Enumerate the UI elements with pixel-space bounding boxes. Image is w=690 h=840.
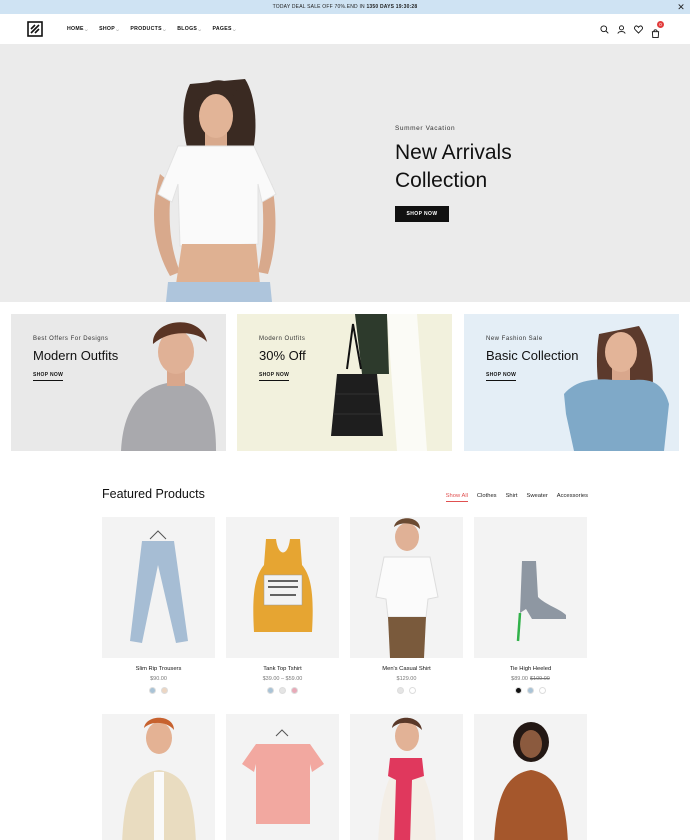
header-actions: 0 [600,14,664,44]
product-image[interactable] [474,714,587,840]
nav-shop[interactable]: SHOP ⌵ [99,26,119,32]
announcement-text: TODAY DEAL SALE OFF 70%.END IN [272,4,365,10]
swatch-white[interactable] [409,687,416,694]
color-swatches [350,687,463,694]
cart-button[interactable]: 0 [651,20,664,38]
promo-subtitle: New Fashion Sale [486,336,543,342]
swatch-grey[interactable] [397,687,404,694]
promo-card-basic-collection[interactable]: New Fashion Sale Basic Collection SHOP N… [464,314,679,451]
search-icon[interactable] [600,24,609,34]
nav-blogs[interactable]: BLOGS ⌵ [177,26,201,32]
product-card[interactable]: Tie High Heeled $89.00 $109.00 [474,517,587,694]
color-swatches [102,687,215,694]
promo-card-modern-outfits[interactable]: Best Offers For Designs Modern Outfits S… [11,314,226,451]
product-image[interactable] [102,714,215,840]
product-price: $90.00 [150,676,167,682]
promo-bag-image [331,314,427,451]
promo-shop-now-link[interactable]: SHOP NOW [259,372,290,381]
countdown: 1350 DAYS 19:30:28 [366,4,418,10]
promo-title: Modern Outfits [33,348,119,363]
tab-clothes[interactable]: Clothes [477,493,497,502]
chevron-down-icon: ⌵ [198,26,202,32]
jacket-image [122,717,196,840]
tab-accessories[interactable]: Accessories [557,493,588,502]
heeled-boot-image [516,561,566,642]
promo-model-image [564,326,669,451]
product-name[interactable]: Slim Rip Trousers [102,666,215,672]
scarf-image [378,717,436,840]
sweater-image [494,722,568,840]
product-image[interactable] [350,714,463,840]
chevron-down-icon: ⌵ [116,26,120,32]
product-card[interactable]: Tank Top Tshirt $39.00 – $59.00 [226,517,339,694]
product-filter-tabs: Show All Clothes Shirt Sweater Accessori… [445,493,588,502]
swatch-grey[interactable] [279,687,286,694]
heart-icon[interactable] [634,24,643,34]
site-header: HOME ⌵ SHOP ⌵ PRODUCTS ⌵ BLOGS ⌵ PAGES ⌵ 0 [0,14,690,44]
product-name[interactable]: Men's Casual Shirt [350,666,463,672]
pink-tshirt-image [242,729,324,824]
tab-sweater[interactable]: Sweater [526,493,547,502]
promo-subtitle: Best Offers For Designs [33,336,109,342]
product-price: $39.00 – $59.00 [262,676,303,682]
color-swatches [226,687,339,694]
tab-shirt[interactable]: Shirt [506,493,518,502]
swatch-white[interactable] [539,687,546,694]
logo-icon[interactable] [27,21,43,37]
product-image[interactable] [102,517,215,658]
product-old-price: $109.00 [529,676,550,682]
hero-shop-now-button[interactable]: SHOP NOW [395,206,449,222]
swatch-beige[interactable] [161,687,168,694]
hero-title: New Arrivals Collection [395,141,512,192]
close-icon[interactable]: ✕ [677,0,685,14]
hero-subtitle: Summer Vacation [395,125,456,132]
section-title: Featured Products [102,487,205,501]
product-card[interactable]: Men's Casual Shirt $129.00 [350,517,463,694]
mens-shirt-image [375,518,439,658]
hero-banner: Summer Vacation New Arrivals Collection … [0,44,690,302]
nav-products[interactable]: PRODUCTS ⌵ [130,26,166,32]
product-name[interactable]: Tank Top Tshirt [226,666,339,672]
promo-shop-now-link[interactable]: SHOP NOW [486,372,517,381]
product-image[interactable] [226,714,339,840]
tab-show-all[interactable]: Show All [445,493,468,502]
product-image[interactable] [474,517,587,658]
announcement-bar: TODAY DEAL SALE OFF 70%.END IN 1350 DAYS… [0,0,690,14]
chevron-down-icon: ⌵ [162,26,167,32]
swatch-blue[interactable] [267,687,274,694]
promo-subtitle: Modern Outfits [259,336,306,342]
promo-title: Basic Collection [486,348,579,363]
cart-count-badge: 0 [657,20,664,28]
swatch-pink[interactable] [291,687,298,694]
swatch-black[interactable] [515,687,522,694]
nav-pages[interactable]: PAGES ⌵ [213,26,237,32]
product-name[interactable]: Tie High Heeled [474,666,587,672]
promo-card-30-off[interactable]: Modern Outfits 30% Off SHOP NOW [237,314,452,451]
promo-title: 30% Off [259,348,306,363]
chevron-down-icon: ⌵ [232,26,237,32]
product-image[interactable] [350,517,463,658]
product-price: $129.00 [396,676,417,682]
swatch-blue[interactable] [527,687,534,694]
promo-shop-now-link[interactable]: SHOP NOW [33,372,64,381]
swatch-blue[interactable] [149,687,156,694]
product-image[interactable] [226,517,339,658]
product-card[interactable]: Slim Rip Trousers $90.00 [102,517,215,694]
trousers-image [130,530,188,643]
tank-top-image [253,539,313,632]
product-price: $89.00 $109.00 [511,676,550,682]
chevron-down-icon: ⌵ [84,26,89,32]
nav-home[interactable]: HOME ⌵ [67,26,88,32]
user-icon[interactable] [617,24,626,34]
color-swatches [474,687,587,694]
main-nav: HOME ⌵ SHOP ⌵ PRODUCTS ⌵ BLOGS ⌵ PAGES ⌵ [67,14,236,44]
promo-model-image [121,322,216,451]
bag-icon [651,28,660,38]
